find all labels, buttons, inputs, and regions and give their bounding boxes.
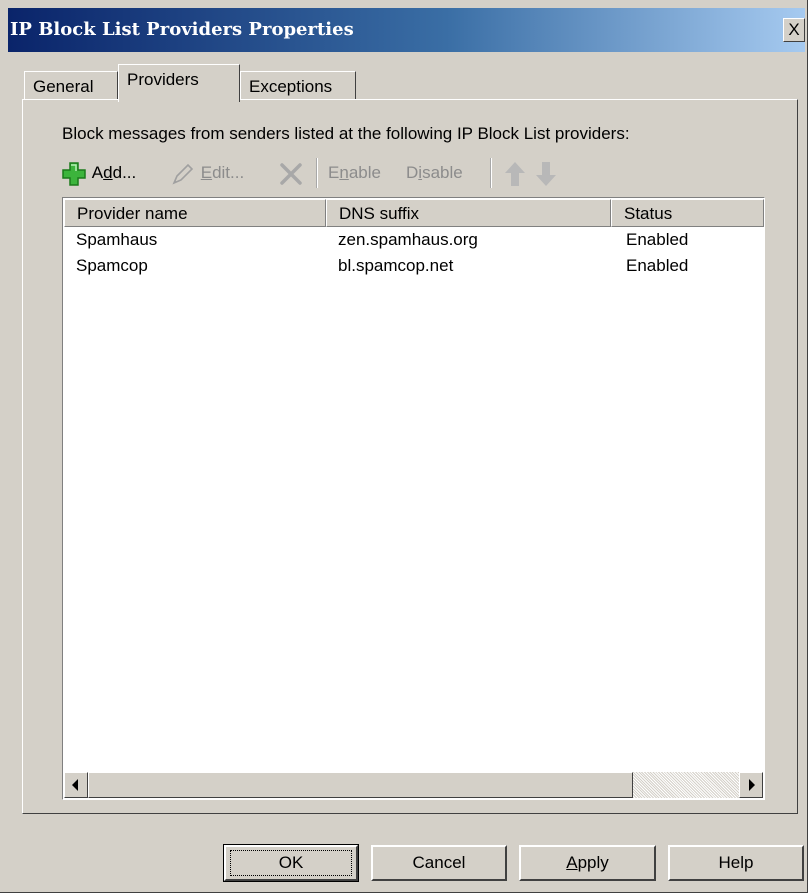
close-button[interactable]: X xyxy=(783,18,805,42)
title-bar[interactable]: IP Block List Providers Properties X xyxy=(8,8,805,52)
list-header: Provider name DNS suffix Status xyxy=(64,199,764,227)
scroll-left-button[interactable] xyxy=(64,772,88,798)
add-plus-icon xyxy=(62,161,86,186)
move-down-button[interactable] xyxy=(534,156,558,190)
arrow-up-icon xyxy=(505,161,525,186)
remove-button[interactable] xyxy=(278,156,304,190)
tab-strip: General Providers Exceptions xyxy=(22,64,422,102)
providers-toolbar: Add... Edit... Enable Disable xyxy=(60,156,780,190)
scroll-thumb[interactable] xyxy=(88,772,633,798)
left-arrow-icon xyxy=(72,779,78,791)
table-row[interactable]: Spamcop bl.spamcop.net Enabled xyxy=(64,254,764,278)
tab-general[interactable]: General xyxy=(24,71,118,100)
dns-suffix-cell: zen.spamhaus.org xyxy=(338,230,478,249)
tab-providers[interactable]: Providers xyxy=(118,64,240,102)
add-label: Add... xyxy=(91,163,137,182)
focus-rect xyxy=(230,850,352,876)
ok-button[interactable]: OK xyxy=(223,844,359,882)
apply-label: Apply xyxy=(566,853,609,872)
cancel-button[interactable]: Cancel xyxy=(371,845,507,881)
arrow-down-icon xyxy=(536,161,556,186)
toolbar-separator xyxy=(316,158,318,188)
column-header-dns-suffix[interactable]: DNS suffix xyxy=(326,199,611,227)
edit-label: Edit... xyxy=(200,163,245,182)
column-header-status[interactable]: Status xyxy=(611,199,764,227)
pencil-icon xyxy=(172,163,194,185)
dns-suffix-cell: bl.spamcop.net xyxy=(338,256,454,275)
instruction-text: Block messages from senders listed at th… xyxy=(62,124,630,143)
close-icon: X xyxy=(788,20,800,39)
disable-label: Disable xyxy=(406,163,463,182)
edit-button[interactable]: Edit... xyxy=(170,156,244,190)
table-row[interactable]: Spamhaus zen.spamhaus.org Enabled xyxy=(64,228,764,252)
tab-exceptions[interactable]: Exceptions xyxy=(240,71,356,100)
column-header-provider-name[interactable]: Provider name xyxy=(64,199,326,227)
delete-x-icon xyxy=(280,162,302,185)
providers-list[interactable]: Provider name DNS suffix Status Spamhaus… xyxy=(62,197,765,800)
toolbar-separator xyxy=(490,158,492,188)
right-arrow-icon xyxy=(749,779,755,791)
provider-name-cell: Spamhaus xyxy=(76,230,158,249)
horizontal-scrollbar[interactable] xyxy=(64,772,763,798)
apply-button[interactable]: Apply xyxy=(519,845,656,881)
status-cell: Enabled xyxy=(626,256,689,275)
help-label: Help xyxy=(718,853,754,872)
enable-label: Enable xyxy=(328,163,381,182)
status-cell: Enabled xyxy=(626,230,689,249)
scroll-track[interactable] xyxy=(633,772,739,798)
move-up-button[interactable] xyxy=(503,156,527,190)
properties-dialog: IP Block List Providers Properties X Gen… xyxy=(0,0,808,893)
window-title: IP Block List Providers Properties xyxy=(10,19,354,40)
provider-name-cell: Spamcop xyxy=(76,256,148,275)
enable-button[interactable]: Enable xyxy=(328,156,381,190)
add-button[interactable]: Add... xyxy=(60,156,136,190)
scroll-right-button[interactable] xyxy=(739,772,763,798)
help-button[interactable]: Help xyxy=(668,845,804,881)
disable-button[interactable]: Disable xyxy=(406,156,463,190)
cancel-label: Cancel xyxy=(412,853,466,872)
